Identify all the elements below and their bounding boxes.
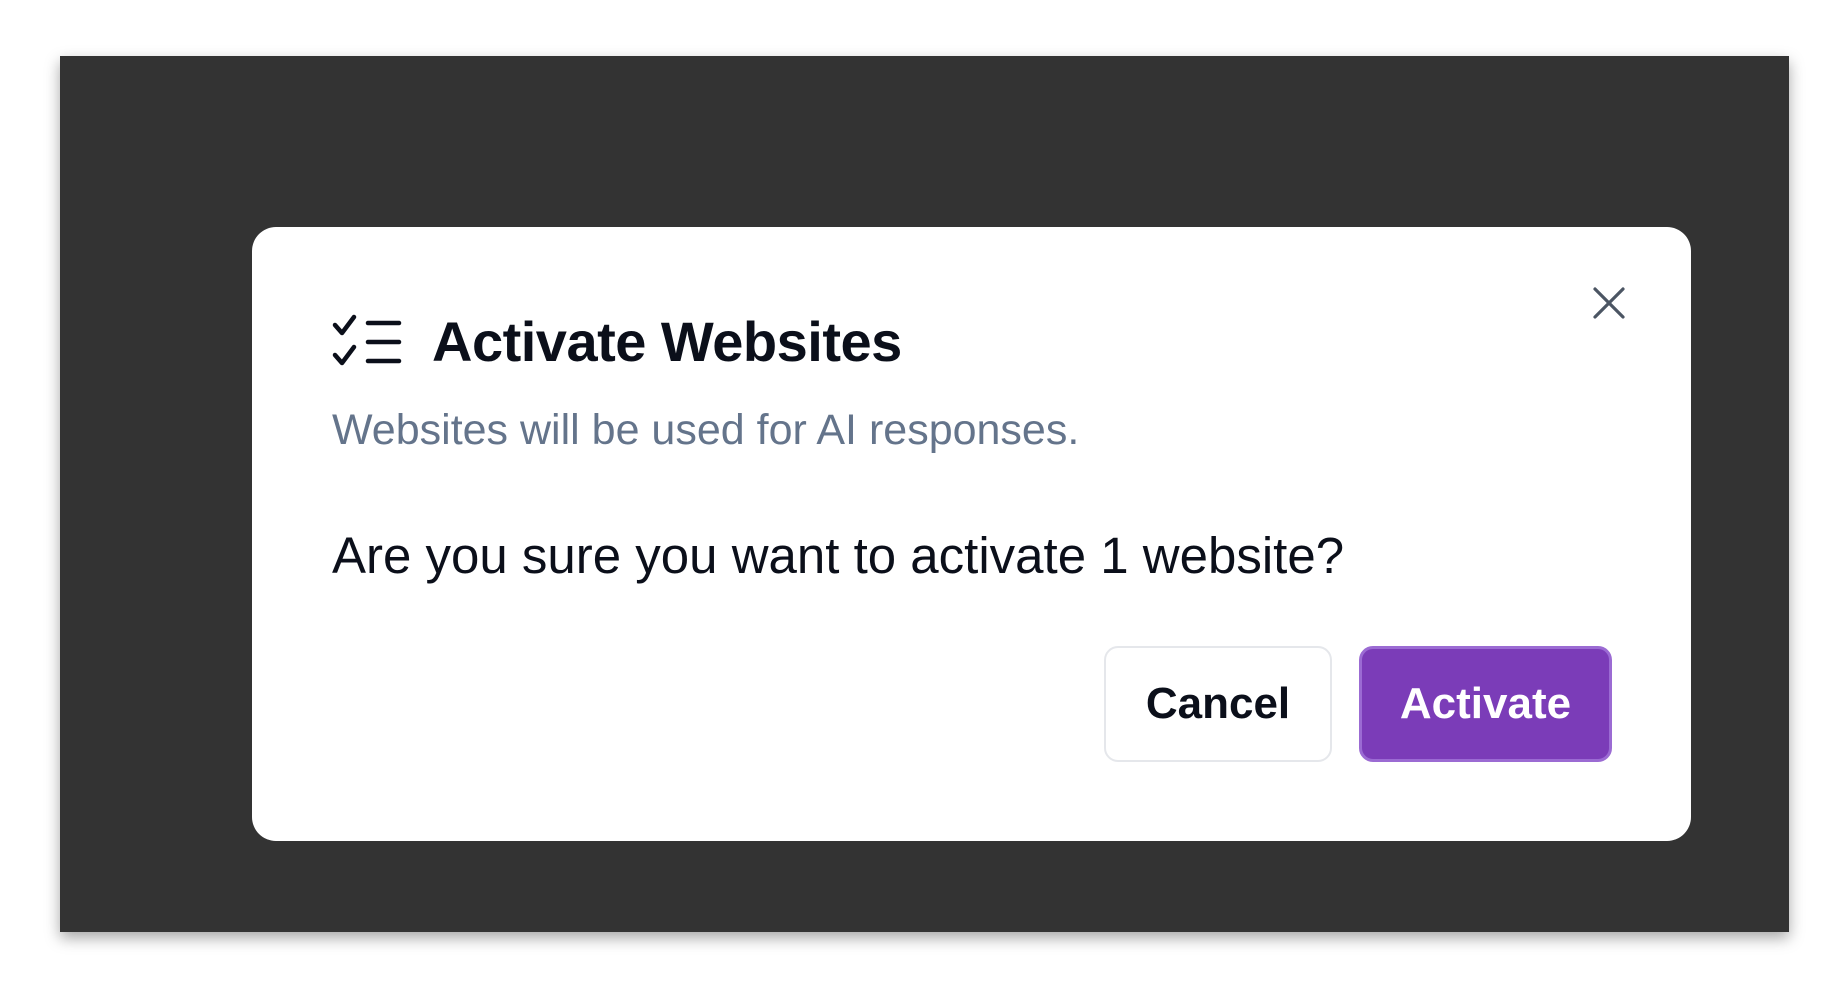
- close-button[interactable]: [1587, 281, 1631, 325]
- dialog-subtitle: Websites will be used for AI responses.: [332, 406, 1080, 454]
- confirmation-message: Are you sure you want to activate 1 webs…: [332, 527, 1345, 584]
- checklist-icon: [332, 313, 402, 371]
- dialog-header: Activate Websites: [332, 313, 902, 371]
- close-icon: [1593, 287, 1625, 319]
- backdrop-overlay: Activate Websites Websites will be used …: [60, 56, 1789, 932]
- activate-websites-dialog: Activate Websites Websites will be used …: [252, 227, 1691, 841]
- dialog-title: Activate Websites: [432, 310, 902, 373]
- activate-button[interactable]: Activate: [1359, 646, 1612, 762]
- cancel-button[interactable]: Cancel: [1104, 646, 1332, 762]
